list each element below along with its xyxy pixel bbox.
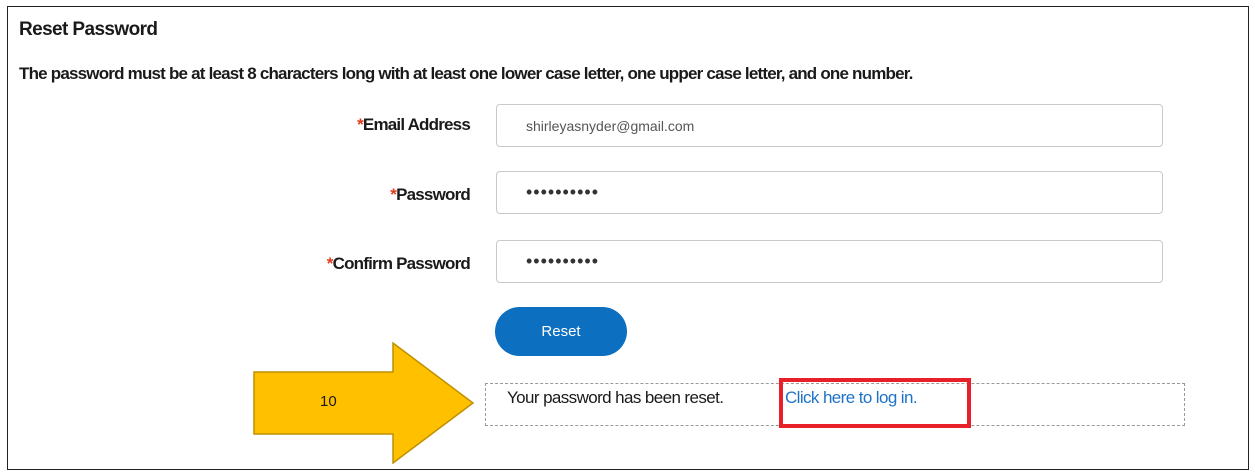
reset-success-message: Your password has been reset. [507,388,724,407]
email-label: *Email Address [357,115,471,135]
password-requirements: The password must be at least 8 characte… [19,64,913,83]
email-label-text: Email Address [362,115,471,134]
highlight-box [779,378,971,428]
step-number: 10 [320,393,337,410]
confirm-password-label-text: Confirm Password [332,254,471,273]
password-label: *Password [390,185,471,205]
page-title: Reset Password [19,19,158,40]
reset-button[interactable]: Reset [495,307,627,356]
password-label-text: Password [396,185,471,204]
confirm-password-field[interactable] [496,240,1163,283]
email-field[interactable] [496,104,1163,147]
callout-arrow-icon [253,342,475,464]
password-field[interactable] [496,171,1163,214]
confirm-password-label: *Confirm Password [327,254,471,274]
